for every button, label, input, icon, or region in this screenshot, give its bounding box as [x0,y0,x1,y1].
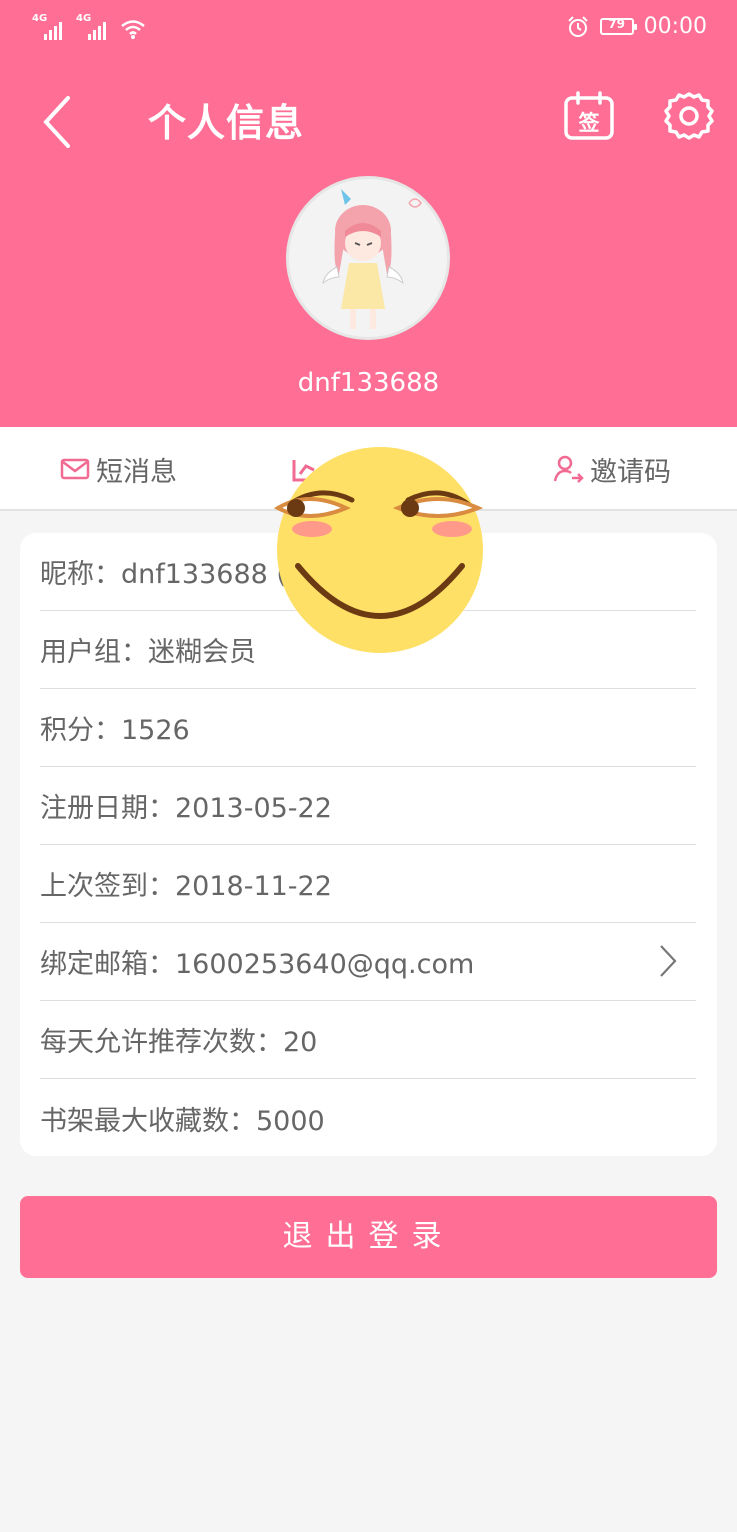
settings-button[interactable] [663,90,715,142]
avatar-illustration [322,189,422,329]
bookshelf-max-row: 书架最大收藏数：5000 [40,1105,325,1137]
profile-header: 4G 4G 79 00:00 个人信息 签 dnf133688 [0,0,737,427]
sign-in-button[interactable]: 签 [563,90,615,142]
page-title: 个人信息 [148,101,305,145]
chevron-left-icon [43,96,70,148]
battery-icon: 79 [599,17,637,35]
chevron-right-icon [660,945,677,977]
calendar-sign-icon: 签 [564,91,614,140]
alarm-icon [567,15,588,37]
tab-invite-code[interactable]: 邀请码 [552,427,671,511]
avatar[interactable] [286,176,450,340]
points-row: 积分：1526 [40,689,696,767]
sign-button-label: 签 [578,111,601,135]
gear-icon [664,92,714,140]
clock: 00:00 [643,14,707,39]
nav-bar: 个人信息 签 [0,80,737,152]
mail-icon [60,458,90,480]
email-row-label: 绑定邮箱：1600253640@qq.com [40,949,475,980]
back-button[interactable] [36,88,86,148]
tab-messages[interactable]: 短消息 [60,427,177,511]
battery-level: 79 [608,17,625,31]
tab-messages-label: 短消息 [96,456,177,488]
cellular-signal-icon: 4G [32,14,68,40]
tab-invite-label: 邀请码 [590,456,671,488]
daily-recommend-row: 每天允许推荐次数：20 [40,1001,696,1079]
status-bar: 4G 4G 79 00:00 [0,0,737,58]
username: dnf133688 [297,368,440,398]
register-date-row: 注册日期：2013-05-22 [40,767,696,845]
smirk-emoji-sticker [273,447,484,653]
user-plus-icon [553,455,584,483]
cellular-signal-icon-2: 4G [76,14,112,40]
wifi-icon [121,20,145,39]
email-row[interactable]: 绑定邮箱：1600253640@qq.com [40,923,696,1001]
logout-button[interactable]: 退出登录 [20,1196,717,1278]
last-signin-row: 上次签到：2018-11-22 [40,845,696,923]
